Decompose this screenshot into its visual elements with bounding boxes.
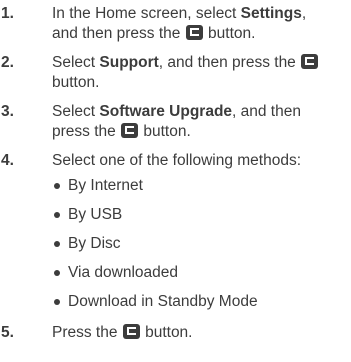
step-number: 2. xyxy=(1,54,14,71)
support-label: Support xyxy=(99,54,159,71)
step-number: 5. xyxy=(1,324,14,341)
instruction-steps: 1. In the Home screen, select Settings, … xyxy=(0,0,351,362)
bullet-dot xyxy=(54,270,60,276)
settings-label: Settings xyxy=(240,5,302,22)
step-text: Select Support, and then press the butto… xyxy=(52,53,348,93)
step-number: 4. xyxy=(1,152,14,169)
step-number: 3. xyxy=(1,103,14,120)
bullet-dot xyxy=(54,299,60,305)
step-text: Press the button. xyxy=(52,324,193,341)
bullet-dot xyxy=(54,241,60,247)
step-text: In the Home screen, select Settings, and… xyxy=(52,5,307,42)
enter-button-icon xyxy=(122,324,140,339)
step-number: 1. xyxy=(1,5,14,22)
enter-button-icon xyxy=(121,123,139,138)
step-text: Select Software Upgrade, and then press … xyxy=(52,103,301,140)
enter-button-icon xyxy=(185,25,203,40)
step-text: Select one of the following methods: xyxy=(52,152,302,169)
enter-button-icon xyxy=(301,54,319,69)
bullet-dot xyxy=(54,183,60,189)
bullet-dot xyxy=(54,212,60,218)
software-upgrade-label: Software Upgrade xyxy=(99,103,233,120)
